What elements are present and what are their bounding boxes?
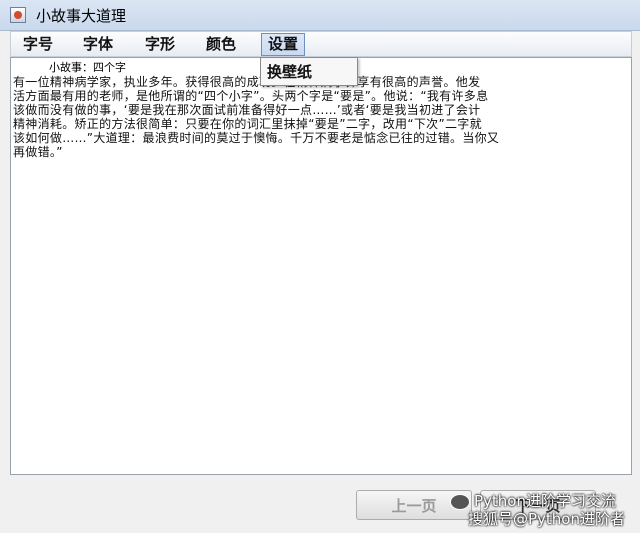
menu-font-size[interactable]: 字号 [17,34,59,55]
menu-color[interactable]: 颜色 [200,34,242,55]
app-window: 小故事大道理 字号 字体 字形 颜色 设置 小故事：四个字 有一位精神病学家，执… [0,0,640,533]
story-line: 再做错。” [13,145,63,159]
title-bar: 小故事大道理 [0,0,640,31]
java-app-icon [10,7,26,23]
menu-bar: 字号 字体 字形 颜色 设置 [10,31,632,57]
settings-dropdown: 换壁纸 [260,57,358,86]
story-line: 该如何做……”大道理：最浪费时间的莫过于懊悔。千万不要老是惦念已往的过错。当你又 [13,131,500,145]
watermark-line-2: 搜狐号@Python进阶者 [468,510,625,528]
change-wallpaper-item[interactable]: 换壁纸 [267,61,312,82]
menu-font-style[interactable]: 字形 [139,34,181,55]
menu-settings[interactable]: 设置 [261,33,306,56]
window-title: 小故事大道理 [36,7,127,25]
story-text-area[interactable]: 小故事：四个字 有一位精神病学家，执业多年。获得很高的成功。在精神病学界享有很高… [10,57,632,475]
wechat-icon [450,494,470,510]
menu-font-family[interactable]: 字体 [77,34,119,55]
